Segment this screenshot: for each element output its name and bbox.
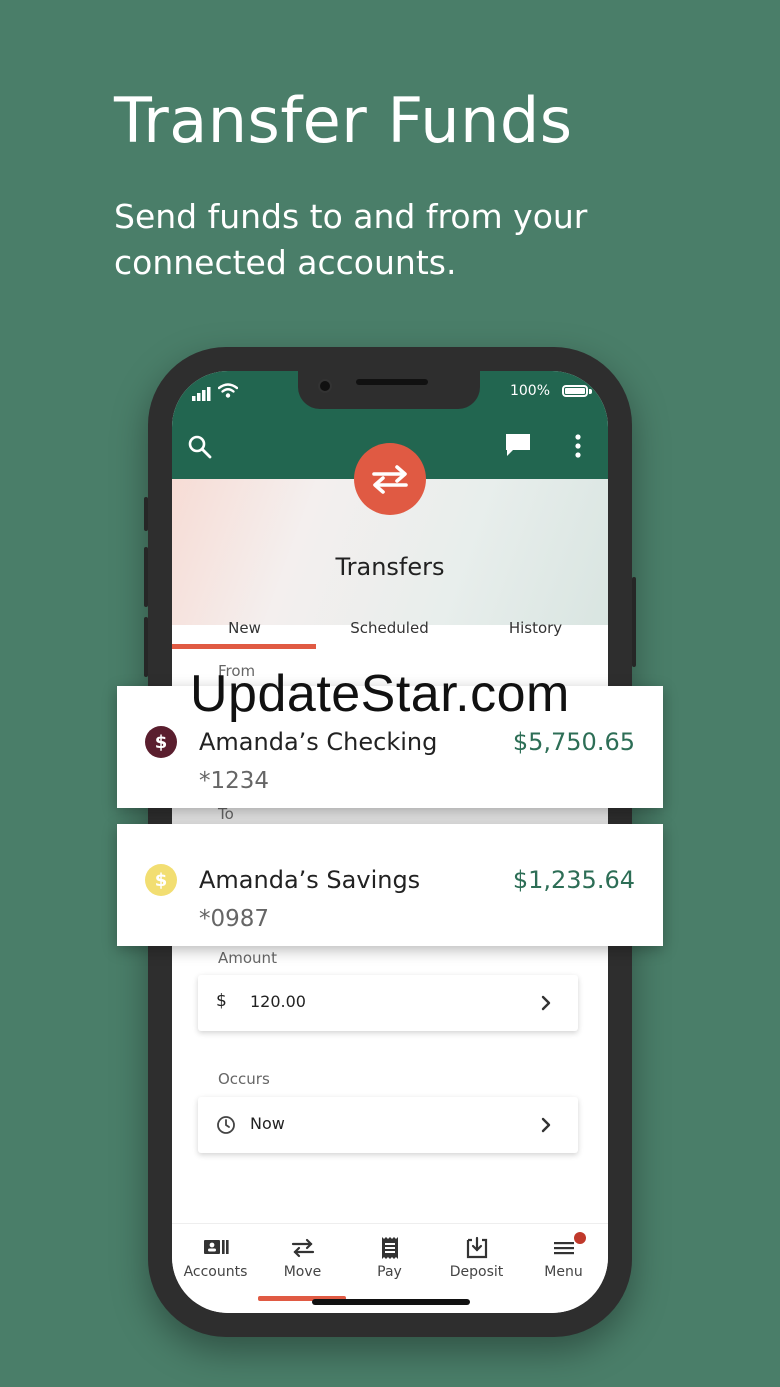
- speaker-grille: [356, 379, 428, 385]
- nav-label-accounts: Accounts: [183, 1264, 248, 1280]
- phone-power-button: [632, 577, 636, 667]
- phone-volume-down: [144, 617, 148, 677]
- deposit-icon: [466, 1236, 488, 1259]
- swap-arrows-icon: [354, 443, 426, 515]
- watermark: UpdateStar.com: [190, 665, 570, 723]
- occurs-field[interactable]: Now: [198, 1097, 578, 1153]
- from-account-name: Amanda’s Checking: [199, 728, 438, 756]
- chevron-right-icon: [541, 995, 551, 1011]
- notification-badge: [574, 1232, 586, 1244]
- clock-icon: [217, 1116, 235, 1134]
- from-account-number: *1234: [199, 768, 270, 794]
- search-icon[interactable]: [186, 433, 214, 461]
- amount-label: Amount: [218, 949, 277, 967]
- nav-label-move: Move: [283, 1264, 322, 1280]
- amount-field[interactable]: $ 120.00: [198, 975, 578, 1031]
- page-title: Transfers: [335, 553, 445, 581]
- tab-scheduled[interactable]: Scheduled: [317, 619, 462, 637]
- phone-notch: [298, 371, 480, 409]
- battery-tip: [589, 389, 592, 394]
- hero-title: Transfer Funds: [114, 84, 573, 157]
- signal-icon: [192, 387, 211, 401]
- wifi-icon: [218, 383, 238, 398]
- phone-side-button: [144, 497, 148, 531]
- receipt-icon: [382, 1237, 398, 1259]
- currency-symbol: $: [216, 991, 227, 1011]
- hero-subtitle: Send funds to and from your connected ac…: [114, 197, 588, 282]
- camera-icon: [318, 379, 332, 393]
- to-account-card[interactable]: $ Amanda’s Savings *0987 $1,235.64: [117, 824, 663, 946]
- move-arrows-icon: [291, 1238, 315, 1258]
- active-tab-indicator: [172, 644, 316, 649]
- accounts-icon: [204, 1240, 229, 1254]
- chevron-right-icon: [541, 1117, 551, 1133]
- from-account-balance: $5,750.65: [512, 728, 635, 756]
- chat-icon[interactable]: [504, 431, 532, 459]
- tab-new[interactable]: New: [172, 619, 317, 637]
- dollar-icon: $: [145, 726, 177, 758]
- nav-label-deposit: Deposit: [449, 1264, 504, 1280]
- more-vertical-icon[interactable]: [564, 433, 592, 461]
- battery-percentage: 100%: [509, 383, 550, 399]
- battery-icon: [562, 385, 588, 397]
- occurs-value: Now: [250, 1114, 285, 1133]
- phone-volume-up: [144, 547, 148, 607]
- dollar-icon: $: [145, 864, 177, 896]
- tab-history[interactable]: History: [463, 619, 608, 637]
- amount-value: 120.00: [250, 992, 306, 1011]
- to-account-name: Amanda’s Savings: [199, 866, 421, 894]
- nav-label-pay: Pay: [377, 1264, 402, 1280]
- home-indicator: [312, 1299, 470, 1305]
- occurs-label: Occurs: [218, 1070, 270, 1088]
- to-account-balance: $1,235.64: [512, 866, 635, 894]
- nav-label-menu: Menu: [544, 1264, 583, 1280]
- to-account-number: *0987: [199, 906, 270, 932]
